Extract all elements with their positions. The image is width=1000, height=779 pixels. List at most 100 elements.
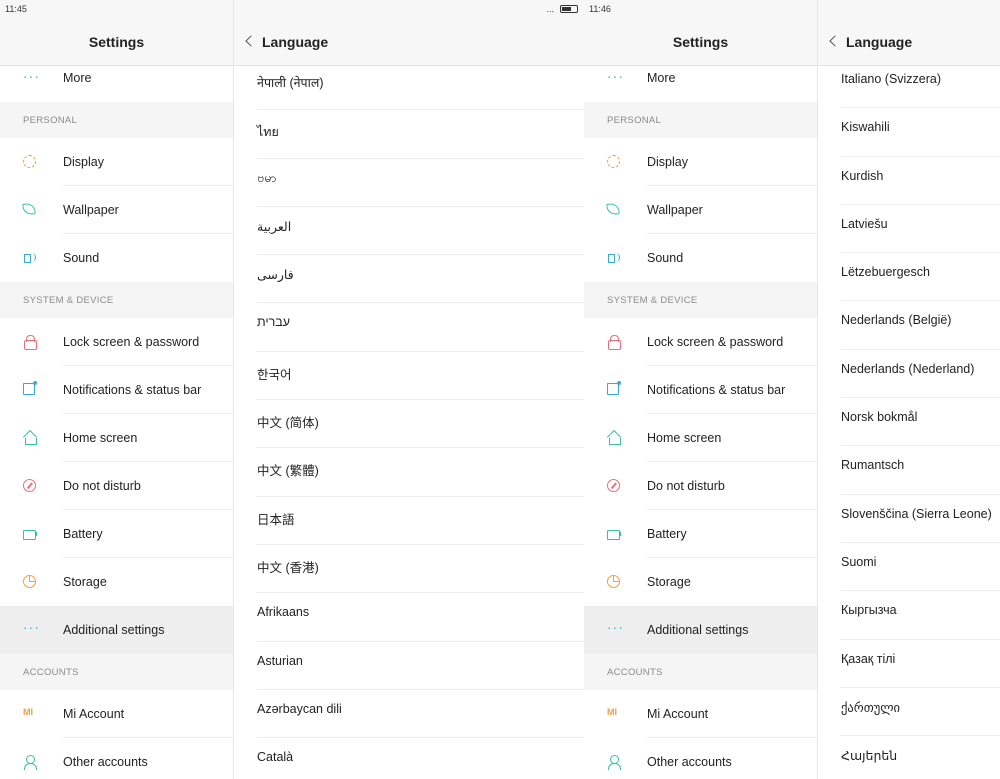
- wallpaper-icon: [606, 202, 620, 216]
- page-title: Settings: [672, 34, 729, 50]
- language-label: Rumantsch: [841, 458, 905, 473]
- person-icon: [23, 755, 37, 770]
- language-option[interactable]: Italiano (Svizzera): [818, 60, 1000, 109]
- language-option[interactable]: Asturian: [234, 642, 584, 690]
- more-dots-icon: [607, 619, 624, 637]
- language-option[interactable]: 中文 (繁體): [234, 448, 584, 497]
- language-option[interactable]: ქართული: [818, 688, 1000, 737]
- language-label: العربية: [257, 219, 292, 234]
- settings-item-other-accounts[interactable]: Other accounts: [584, 738, 817, 779]
- language-option[interactable]: Lëtzebuergesch: [818, 253, 1000, 302]
- status-right: ...: [546, 4, 578, 14]
- language-option[interactable]: 中文 (简体): [234, 400, 584, 449]
- settings-item-wallpaper[interactable]: Wallpaper: [0, 186, 233, 234]
- settings-item-sound[interactable]: Sound: [584, 234, 817, 282]
- language-option[interactable]: Кыргызча: [818, 591, 1000, 640]
- language-option[interactable]: Kurdish: [818, 157, 1000, 205]
- language-option[interactable]: עברית: [234, 303, 584, 352]
- settings-item-do-not-disturb[interactable]: Do not disturb: [0, 462, 233, 510]
- back-arrow-icon[interactable]: [828, 34, 842, 50]
- settings-item-mi-account[interactable]: Mi Account: [584, 690, 817, 738]
- settings-item-storage[interactable]: Storage: [0, 558, 233, 606]
- language-option[interactable]: العربية: [234, 207, 584, 256]
- language-option[interactable]: Հայերեն: [818, 736, 1000, 779]
- language-label: Kurdish: [841, 168, 884, 183]
- section-header: PERSONAL: [0, 102, 233, 138]
- settings-item-label: Additional settings: [647, 623, 749, 637]
- settings-item-more[interactable]: More: [0, 66, 233, 102]
- settings-item-battery[interactable]: Battery: [584, 510, 817, 558]
- language-option[interactable]: ဗမာ: [234, 159, 584, 207]
- language-option[interactable]: Қазақ тілі: [818, 640, 1000, 688]
- battery-icon: [23, 527, 37, 541]
- settings-item-notifications[interactable]: Notifications & status bar: [0, 366, 233, 414]
- settings-item-display[interactable]: Display: [584, 138, 817, 186]
- settings-item-label: Wallpaper: [63, 203, 119, 217]
- page-title: Language: [262, 34, 329, 50]
- language-option[interactable]: Slovenščina (Sierra Leone): [818, 495, 1000, 543]
- language-option[interactable]: Kiswahili: [818, 108, 1000, 157]
- display-icon: [23, 155, 36, 168]
- settings-item-label: Do not disturb: [63, 479, 141, 493]
- language-label: Azərbaycan dili: [257, 701, 342, 716]
- do-not-disturb-icon: [607, 479, 620, 492]
- language-list: Italiano (Svizzera) Kiswahili Kurdish Latvi…: [818, 60, 1000, 779]
- language-option[interactable]: 中文 (香港): [234, 545, 584, 594]
- settings-item-label: Notifications & status bar: [63, 383, 202, 397]
- language-option[interactable]: فارسی: [234, 255, 584, 304]
- language-option[interactable]: Rumantsch: [818, 446, 1000, 495]
- settings-item-other-accounts[interactable]: Other accounts: [0, 738, 233, 779]
- language-option[interactable]: Nederlands (België): [818, 301, 1000, 350]
- settings-item-lock-screen[interactable]: Lock screen & password: [0, 318, 233, 366]
- language-option[interactable]: Afrikaans: [234, 593, 584, 642]
- notifications-icon: [607, 381, 621, 395]
- settings-item-mi-account[interactable]: Mi Account: [0, 690, 233, 738]
- settings-item-label: Additional settings: [63, 623, 165, 637]
- language-label: ဗမာ: [257, 170, 277, 185]
- settings-item-more[interactable]: More: [584, 66, 817, 102]
- language-option[interactable]: ไทย: [234, 110, 584, 159]
- settings-item-label: Battery: [647, 527, 687, 541]
- language-option[interactable]: 日本語: [234, 497, 584, 545]
- status-time: 11:46: [589, 4, 611, 14]
- language-panel-2: Language Italiano (Svizzera) Kiswahili Kur…: [818, 0, 1000, 779]
- language-option[interactable]: Norsk bokmål: [818, 398, 1000, 447]
- settings-panel-2: 11:46 Settings More PERSONAL Display Wal…: [584, 0, 818, 779]
- language-option[interactable]: नेपाली (नेपाल): [234, 62, 584, 111]
- settings-item-wallpaper[interactable]: Wallpaper: [584, 186, 817, 234]
- settings-item-additional-settings[interactable]: Additional settings: [0, 606, 233, 654]
- person-icon: [607, 755, 621, 770]
- settings-item-sound[interactable]: Sound: [0, 234, 233, 282]
- storage-icon: [607, 575, 620, 588]
- language-option[interactable]: Nederlands (Nederland): [818, 350, 1000, 399]
- settings-item-home-screen[interactable]: Home screen: [0, 414, 233, 462]
- settings-item-label: Notifications & status bar: [647, 383, 786, 397]
- back-arrow-icon[interactable]: [244, 34, 258, 50]
- page-title: Language: [846, 34, 913, 50]
- language-option[interactable]: Latviešu: [818, 205, 1000, 254]
- status-bar: [818, 0, 1000, 20]
- language-label: Italiano (Svizzera): [841, 72, 942, 86]
- settings-item-home-screen[interactable]: Home screen: [584, 414, 817, 462]
- status-battery-icon: [560, 5, 578, 13]
- settings-item-do-not-disturb[interactable]: Do not disturb: [584, 462, 817, 510]
- settings-item-storage[interactable]: Storage: [584, 558, 817, 606]
- settings-item-display[interactable]: Display: [0, 138, 233, 186]
- language-option[interactable]: Català: [234, 738, 584, 779]
- section-header: SYSTEM & DEVICE: [0, 282, 233, 318]
- home-icon: [23, 431, 37, 445]
- language-option[interactable]: 한국어: [234, 352, 584, 401]
- language-label: 中文 (繁體): [257, 464, 319, 479]
- settings-item-additional-settings[interactable]: Additional settings: [584, 606, 817, 654]
- settings-item-label: Lock screen & password: [63, 335, 200, 349]
- language-label: Norsk bokmål: [841, 410, 918, 425]
- notifications-icon: [23, 381, 37, 395]
- more-dots-icon: [607, 68, 624, 86]
- language-option[interactable]: Azərbaycan dili: [234, 690, 584, 739]
- language-panel-1: ... Language नेपाली (नेपाल) ไทย ဗမာ العربية…: [234, 0, 584, 779]
- wallpaper-icon: [22, 202, 36, 216]
- settings-item-lock-screen[interactable]: Lock screen & password: [584, 318, 817, 366]
- language-option[interactable]: Suomi: [818, 543, 1000, 592]
- settings-item-battery[interactable]: Battery: [0, 510, 233, 558]
- settings-item-notifications[interactable]: Notifications & status bar: [584, 366, 817, 414]
